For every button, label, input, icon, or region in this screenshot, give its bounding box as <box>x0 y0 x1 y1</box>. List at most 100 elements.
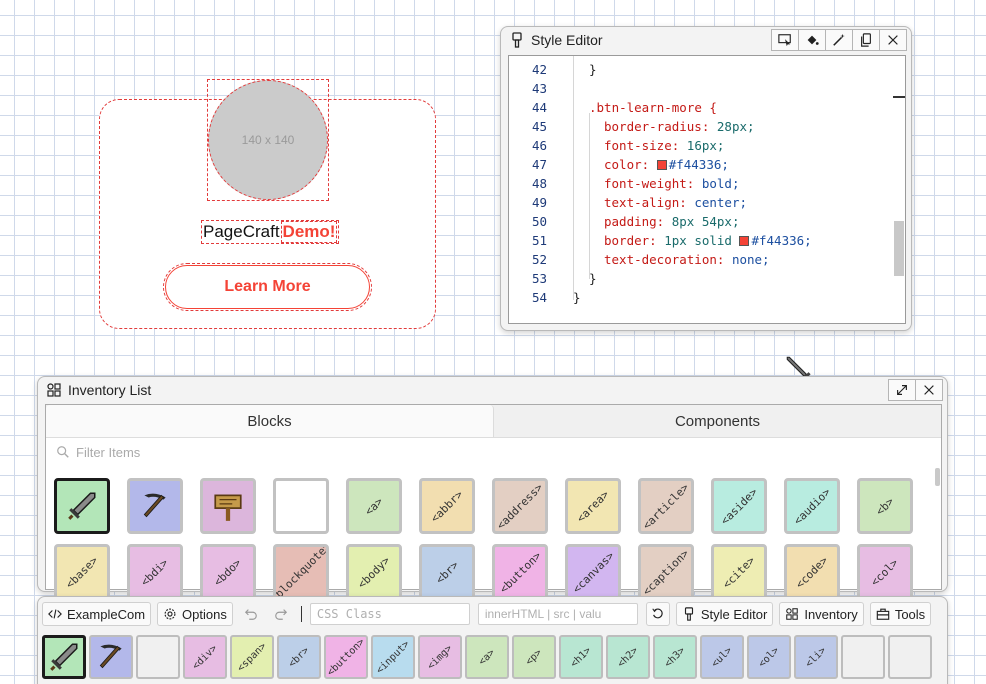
hotbar-slot-empty[interactable] <box>841 635 885 679</box>
block-slot-canvas[interactable]: <canvas> <box>565 544 621 600</box>
inventory-button[interactable]: Inventory <box>779 602 864 626</box>
block-slot-blockquote[interactable]: <blockquote> <box>273 544 329 600</box>
block-slot-audio[interactable]: <audio> <box>784 478 840 534</box>
inspect-button[interactable] <box>771 29 799 51</box>
block-slot-sword[interactable] <box>54 478 110 534</box>
tag-label: <aside> <box>718 485 760 527</box>
code-scrollbar[interactable] <box>893 56 905 323</box>
reset-button[interactable] <box>645 602 670 626</box>
hotbar-slot-img[interactable]: <img> <box>418 635 462 679</box>
block-slot-code[interactable]: <code> <box>784 544 840 600</box>
close-icon <box>888 35 898 45</box>
style-editor-button[interactable]: Style Editor <box>675 602 774 626</box>
options-label: Options <box>182 606 227 622</box>
inner-html-input[interactable]: innerHTML | src | valu <box>477 603 638 625</box>
image-placeholder[interactable]: 140 x 140 <box>208 80 328 200</box>
undo-icon <box>244 609 257 620</box>
toolbar-divider <box>300 606 302 622</box>
apps-icon <box>46 382 62 398</box>
tag-label: <abbr> <box>428 487 466 525</box>
hotbar-slot-ul[interactable]: <ul> <box>700 635 744 679</box>
headline[interactable]: PageCraft Demo! <box>201 220 340 244</box>
block-slot-b[interactable]: <b> <box>857 478 913 534</box>
learn-more-button[interactable]: Learn More <box>163 263 372 311</box>
code-editor[interactable]: 42} 43 44 .btn-learn-more { 45 border-radi… <box>508 55 906 324</box>
close-button[interactable] <box>879 29 907 51</box>
hotbar-slot-li[interactable]: <li> <box>794 635 838 679</box>
hotbar-slot-ol[interactable]: <ol> <box>747 635 791 679</box>
block-slot-base[interactable]: <base> <box>54 544 110 600</box>
inventory-scrollbar[interactable] <box>935 468 940 486</box>
fill-button[interactable] <box>798 29 826 51</box>
hotbar-slot-p[interactable]: <p> <box>512 635 556 679</box>
block-slot-abbr[interactable]: <abbr> <box>419 478 475 534</box>
headline-highlight[interactable]: Demo! <box>280 221 338 243</box>
block-slot-a[interactable]: <a> <box>346 478 402 534</box>
hotbar-slot-a[interactable]: <a> <box>465 635 509 679</box>
css-class-input[interactable]: CSS Class <box>309 603 470 625</box>
filter-placeholder: Filter Items <box>76 444 141 460</box>
hotbar-slot-br[interactable]: <br> <box>277 635 321 679</box>
reset-icon <box>652 608 663 619</box>
block-slot-sign[interactable] <box>200 478 256 534</box>
block-slot-br[interactable]: <br> <box>419 544 475 600</box>
scroll-thumb[interactable] <box>894 221 904 276</box>
block-slot-caption[interactable]: <caption> <box>638 544 694 600</box>
search-icon <box>57 446 69 458</box>
copy-button[interactable] <box>852 29 880 51</box>
hotbar-slot-h3[interactable]: <h3> <box>653 635 697 679</box>
tab-components[interactable]: Components <box>494 405 941 437</box>
block-slot-bdo[interactable]: <bdo> <box>200 544 256 600</box>
undo-button[interactable] <box>239 602 263 626</box>
block-slot-body[interactable]: <body> <box>346 544 402 600</box>
indent-guide <box>589 113 590 279</box>
redo-button[interactable] <box>269 602 293 626</box>
color-swatch[interactable] <box>739 236 750 246</box>
hotbar-slot-empty[interactable] <box>136 635 180 679</box>
maximize-button[interactable] <box>888 379 916 401</box>
tab-blocks[interactable]: Blocks <box>46 405 494 437</box>
style-editor-panel: Style Editor 42} 43 44 .btn-learn-more { … <box>500 26 912 331</box>
tools-button[interactable]: Tools <box>869 602 932 626</box>
color-swatch[interactable] <box>656 160 667 170</box>
block-slot-article[interactable]: <article> <box>638 478 694 534</box>
magic-button[interactable] <box>825 29 853 51</box>
pickaxe-icon <box>94 640 128 674</box>
project-button[interactable]: ExampleCom <box>42 602 152 626</box>
inner-html-placeholder: innerHTML | src | valu <box>484 607 602 621</box>
tag-label: <body> <box>355 553 393 591</box>
options-button[interactable]: Options <box>157 602 233 626</box>
hotbar-slot-input[interactable]: <input> <box>371 635 415 679</box>
hotbar-slot-empty[interactable] <box>888 635 932 679</box>
tag-label: <b> <box>873 494 897 518</box>
hotbar-slot-div[interactable]: <div> <box>183 635 227 679</box>
block-slot-pickaxe[interactable] <box>127 478 183 534</box>
block-slot-aside[interactable]: <aside> <box>711 478 767 534</box>
inventory-titlebar[interactable]: Inventory List <box>38 377 947 403</box>
toolbox-icon <box>876 608 890 620</box>
block-slot-bdi[interactable]: <bdi> <box>127 544 183 600</box>
block-slot-col[interactable]: <col> <box>857 544 913 600</box>
apps-icon <box>786 608 799 620</box>
tag-label: <bdi> <box>138 555 172 589</box>
close-button[interactable] <box>915 379 943 401</box>
brush-icon <box>684 607 693 621</box>
indent-guide <box>573 56 574 300</box>
hotbar-slot-h1[interactable]: <h1> <box>559 635 603 679</box>
block-slot-cite[interactable]: <cite> <box>711 544 767 600</box>
hotbar-slot-button[interactable]: <button> <box>324 635 368 679</box>
filter-input[interactable]: Filter Items <box>56 441 140 463</box>
hotbar-slot-pickaxe[interactable] <box>89 635 133 679</box>
hotbar-slot-sword[interactable] <box>42 635 86 679</box>
inventory-tabs: Blocks Components <box>46 405 941 438</box>
hotbar-slot-h2[interactable]: <h2> <box>606 635 650 679</box>
tag-label: <button> <box>496 548 544 596</box>
sword-icon <box>65 489 99 523</box>
block-slot-area[interactable]: <area> <box>565 478 621 534</box>
block-slot-address[interactable]: <address> <box>492 478 548 534</box>
block-slot-empty[interactable] <box>273 478 329 534</box>
tag-label: <button> <box>325 636 367 678</box>
block-slot-button[interactable]: <button> <box>492 544 548 600</box>
tag-label: <article> <box>640 480 692 532</box>
hotbar-slot-span[interactable]: <span> <box>230 635 274 679</box>
